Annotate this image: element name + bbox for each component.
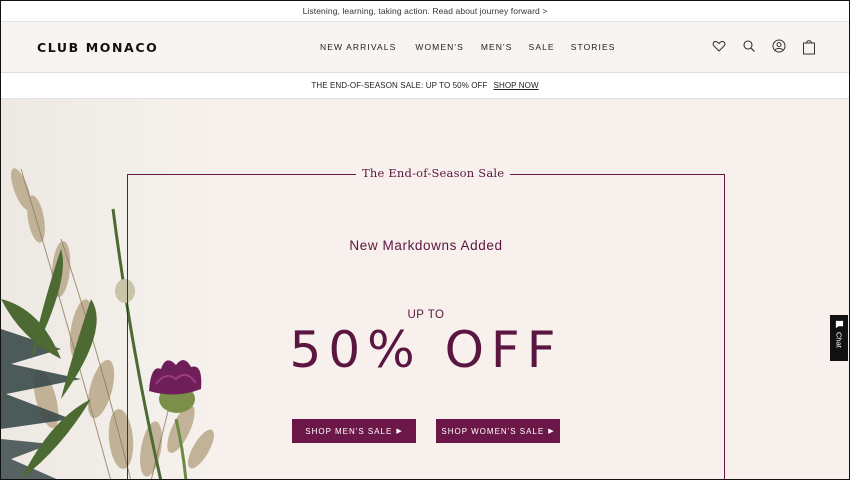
site-header: CLUB MONACO NEW ARRIVALS WOMEN'S MEN'S S… (1, 22, 849, 73)
shop-mens-sale-label: SHOP MEN'S SALE (305, 426, 393, 436)
announcement-link[interactable]: Listening, learning, taking action. Read… (303, 6, 548, 16)
heart-icon[interactable] (712, 39, 726, 53)
nav-womens[interactable]: WOMEN'S (415, 42, 464, 52)
shop-mens-sale-button[interactable]: SHOP MEN'S SALE ▶ (292, 419, 416, 443)
caret-right-icon: ▶ (396, 428, 403, 435)
nav-sale[interactable]: SALE (529, 42, 555, 52)
account-icon[interactable] (772, 39, 786, 53)
shop-womens-sale-button[interactable]: SHOP WOMEN'S SALE ▶ (436, 419, 560, 443)
chat-label: Chat (834, 332, 844, 348)
caret-right-icon: ▶ (548, 428, 555, 435)
hero-banner: The End-of-Season Sale New Markdowns Add… (1, 99, 849, 479)
club-monaco-logo[interactable]: CLUB MONACO (37, 40, 158, 55)
chat-button[interactable]: Chat (830, 315, 848, 361)
announcement-bar: Listening, learning, taking action. Read… (1, 1, 849, 22)
main-nav: NEW ARRIVALS WOMEN'S MEN'S SALE STORIES (320, 42, 616, 52)
shop-now-link[interactable]: SHOP NOW (494, 81, 539, 90)
header-icons (712, 39, 816, 55)
discount-headline: 50% OFF (289, 321, 563, 379)
promo-text: THE END-OF-SEASON SALE: UP TO 50% OFF (311, 81, 488, 90)
up-to-label: UP TO (407, 309, 445, 321)
bag-icon[interactable] (802, 39, 816, 55)
search-icon[interactable] (742, 39, 756, 53)
nav-new-arrivals[interactable]: NEW ARRIVALS (320, 42, 396, 52)
frame-title: The End-of-Season Sale (356, 166, 511, 180)
nav-mens[interactable]: MEN'S (481, 42, 513, 52)
chat-bubble-icon (835, 320, 843, 329)
hero-subtitle: New Markdowns Added (349, 238, 503, 253)
promo-banner: THE END-OF-SEASON SALE: UP TO 50% OFF SH… (1, 73, 849, 99)
shop-womens-sale-label: SHOP WOMEN'S SALE (441, 426, 545, 436)
page: Listening, learning, taking action. Read… (0, 0, 850, 480)
nav-stories[interactable]: STORIES (571, 42, 616, 52)
